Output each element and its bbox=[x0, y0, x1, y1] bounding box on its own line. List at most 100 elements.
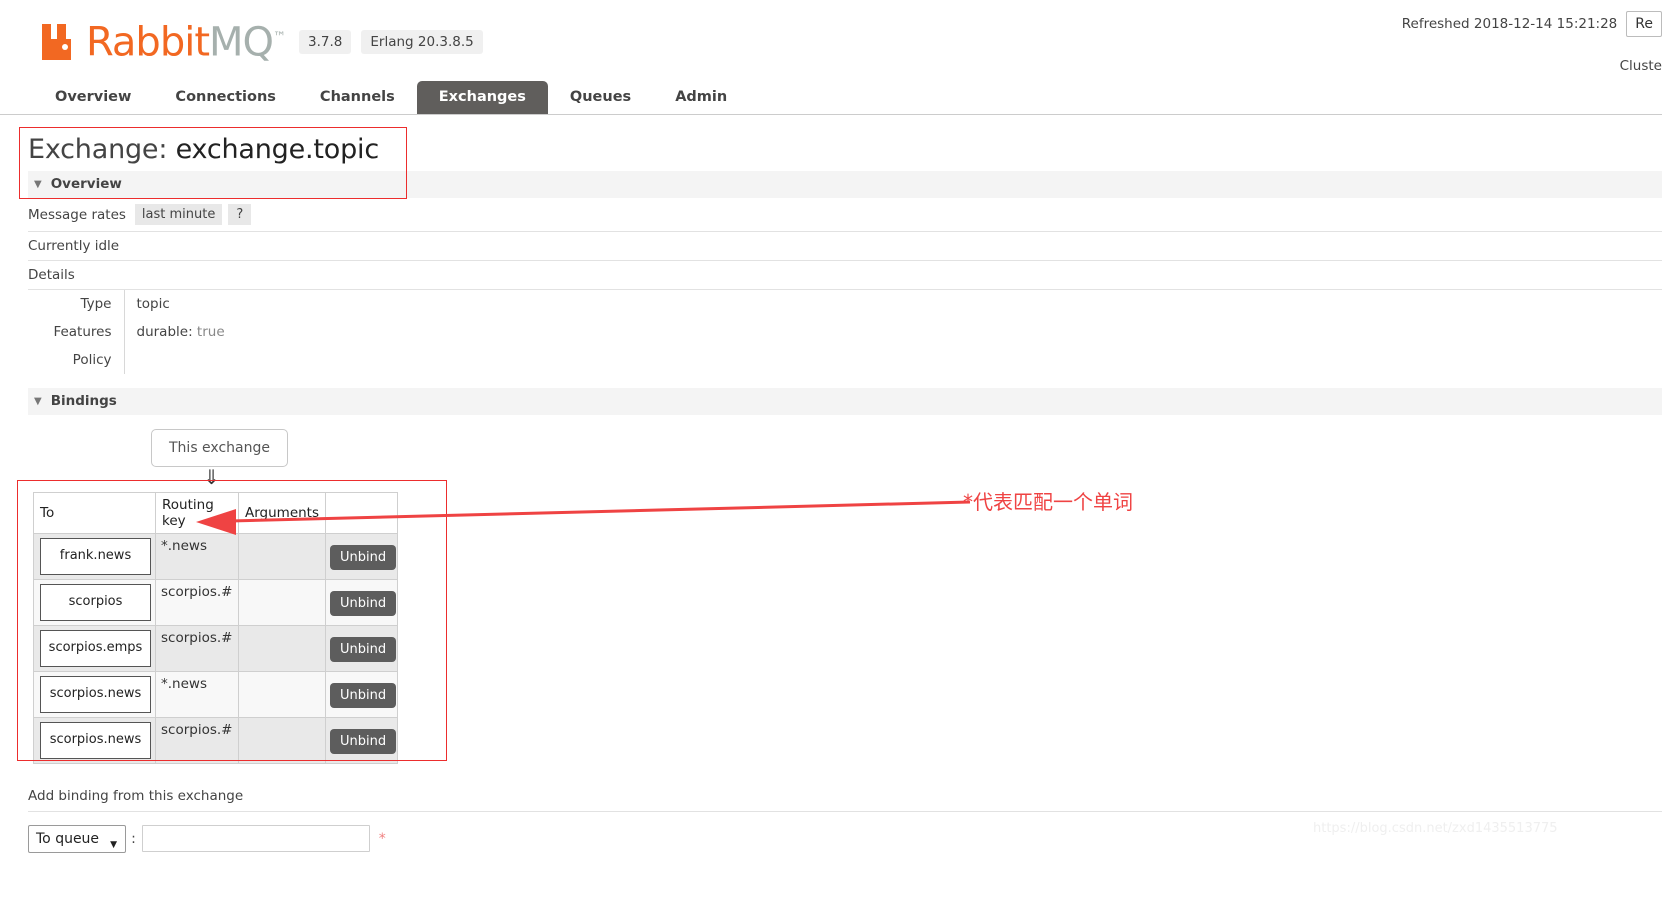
binding-to-cell: scorpios.news bbox=[33, 671, 156, 718]
refreshed-timestamp: Refreshed 2018-12-14 15:21:28 bbox=[1401, 16, 1618, 32]
main-content: Exchange: exchange.topic ▼ Overview Mess… bbox=[0, 115, 1662, 853]
required-marker: * bbox=[378, 830, 386, 847]
queue-link[interactable]: frank.news bbox=[40, 538, 151, 575]
this-exchange-button[interactable]: This exchange bbox=[151, 429, 288, 467]
unbind-button[interactable]: Unbind bbox=[330, 729, 397, 754]
arguments-value bbox=[239, 534, 325, 538]
nav-item-queues[interactable]: Queues bbox=[548, 81, 653, 114]
details-key-policy: Policy bbox=[72, 352, 112, 368]
trademark-icon: ™ bbox=[273, 30, 286, 45]
binding-arguments-cell bbox=[237, 671, 327, 718]
unbind-button[interactable]: Unbind bbox=[330, 591, 397, 616]
rabbitmq-management-page: RabbitMQ™ 3.7.8 Erlang 20.3.8.5 Refreshe… bbox=[0, 0, 1662, 899]
message-rates-period-tab[interactable]: last minute bbox=[134, 204, 223, 225]
routing-key-value: scorpios.# bbox=[161, 584, 233, 600]
bindings-col-arguments: Arguments bbox=[237, 492, 327, 534]
bindings-header-row: To Routing key Arguments bbox=[33, 492, 399, 534]
binding-to-cell: scorpios bbox=[33, 579, 156, 626]
help-icon[interactable]: ? bbox=[228, 204, 252, 225]
form-colon: : bbox=[131, 830, 136, 847]
brand-name-mq: MQ bbox=[209, 19, 274, 66]
queue-link[interactable]: scorpios.emps bbox=[40, 630, 151, 667]
destination-type-select-wrap[interactable]: To queue ▼ bbox=[28, 824, 127, 853]
nav-item-exchanges[interactable]: Exchanges bbox=[416, 81, 548, 114]
brand-logo[interactable]: RabbitMQ™ 3.7.8 Erlang 20.3.8.5 bbox=[40, 18, 483, 62]
unbind-button[interactable]: Unbind bbox=[330, 637, 397, 662]
table-row: scorpios.news scorpios.# Unbind bbox=[33, 717, 399, 764]
routing-key-value: scorpios.# bbox=[161, 630, 233, 646]
add-binding-section: Add binding from this exchange To queue … bbox=[28, 788, 1662, 853]
binding-arguments-cell bbox=[237, 579, 327, 626]
details-key-type: Type bbox=[80, 296, 112, 312]
destination-type-select[interactable]: To queue bbox=[28, 824, 127, 853]
cluster-label: Cluste bbox=[1619, 58, 1662, 74]
routing-key-value: scorpios.# bbox=[161, 722, 233, 738]
binding-routing-key-cell: scorpios.# bbox=[155, 717, 239, 764]
this-exchange-area: This exchange ⇓ bbox=[28, 415, 1662, 489]
refresh-button[interactable]: Re bbox=[1626, 11, 1662, 37]
features-text: durable: bbox=[136, 324, 197, 340]
down-arrow-icon: ⇓ bbox=[203, 465, 220, 489]
binding-routing-key-cell: *.news bbox=[155, 533, 239, 580]
binding-arguments-cell bbox=[237, 625, 327, 672]
routing-key-value: *.news bbox=[161, 538, 207, 554]
binding-action-cell: Unbind bbox=[325, 579, 399, 626]
add-binding-heading: Add binding from this exchange bbox=[28, 788, 1662, 812]
overview-section-label: Overview bbox=[50, 176, 122, 192]
message-rates-row: Message rates last minute ? bbox=[28, 198, 1662, 232]
arguments-value bbox=[239, 672, 325, 676]
binding-action-cell: Unbind bbox=[325, 671, 399, 718]
bindings-table: To Routing key Arguments frank.news *.ne… bbox=[33, 492, 399, 764]
table-row: scorpios scorpios.# Unbind bbox=[33, 579, 399, 626]
binding-to-cell: scorpios.news bbox=[33, 717, 156, 764]
binding-routing-key-cell: scorpios.# bbox=[155, 625, 239, 672]
bindings-section-header[interactable]: ▼ Bindings bbox=[28, 388, 1662, 415]
version-badges: 3.7.8 Erlang 20.3.8.5 bbox=[299, 30, 483, 59]
details-value-type: topic bbox=[123, 290, 424, 318]
nav-item-channels[interactable]: Channels bbox=[298, 81, 417, 114]
bindings-col-to: To bbox=[33, 492, 156, 534]
version-badge: 3.7.8 bbox=[299, 30, 352, 55]
watermark: https://blog.csdn.net/zxd1435513775 bbox=[1313, 821, 1558, 836]
erlang-version-badge: Erlang 20.3.8.5 bbox=[361, 30, 483, 55]
nav-item-overview[interactable]: Overview bbox=[33, 81, 153, 114]
overview-section-header[interactable]: ▼ Overview bbox=[28, 171, 1662, 198]
binding-routing-key-cell: *.news bbox=[155, 671, 239, 718]
nav-item-admin[interactable]: Admin bbox=[653, 81, 749, 114]
brand-name: RabbitMQ™ bbox=[86, 18, 286, 66]
queue-link[interactable]: scorpios bbox=[40, 584, 151, 621]
binding-to-cell: scorpios.emps bbox=[33, 625, 156, 672]
table-row: frank.news *.news Unbind bbox=[33, 533, 399, 580]
bindings-col-actions bbox=[325, 492, 399, 534]
details-table: Type topic Features durable: true Policy bbox=[28, 290, 424, 374]
message-rates-label: Message rates bbox=[28, 206, 126, 223]
chevron-down-icon-bindings: ▼ bbox=[34, 395, 42, 407]
unbind-button[interactable]: Unbind bbox=[330, 545, 397, 570]
bindings-section-label: Bindings bbox=[50, 393, 117, 409]
binding-arguments-cell bbox=[237, 717, 327, 764]
binding-action-cell: Unbind bbox=[325, 533, 399, 580]
exchange-name: exchange.topic bbox=[175, 134, 380, 165]
bindings-col-routing-key: Routing key bbox=[155, 492, 239, 534]
details-value-policy bbox=[123, 346, 424, 374]
refresh-area: Refreshed 2018-12-14 15:21:28 Re bbox=[1402, 11, 1662, 37]
arguments-value bbox=[239, 580, 325, 584]
brand-name-rabbit: Rabbit bbox=[86, 19, 210, 66]
table-row: scorpios.emps scorpios.# Unbind bbox=[33, 625, 399, 672]
binding-routing-key-cell: scorpios.# bbox=[155, 579, 239, 626]
queue-link[interactable]: scorpios.news bbox=[40, 722, 151, 759]
queue-link[interactable]: scorpios.news bbox=[40, 676, 151, 713]
destination-input[interactable] bbox=[141, 825, 370, 852]
details-row-policy: Policy bbox=[28, 346, 424, 374]
nav-item-connections[interactable]: Connections bbox=[153, 81, 298, 114]
binding-arguments-cell bbox=[237, 533, 327, 580]
routing-key-value: *.news bbox=[161, 676, 207, 692]
table-row: scorpios.news *.news Unbind bbox=[33, 671, 399, 718]
unbind-button[interactable]: Unbind bbox=[330, 683, 397, 708]
chevron-down-icon: ▼ bbox=[34, 178, 42, 190]
details-key-features: Features bbox=[53, 324, 112, 340]
annotation-text: *代表匹配一个单词 bbox=[963, 490, 1133, 514]
arguments-value bbox=[239, 626, 325, 630]
page-title-prefix: Exchange: bbox=[28, 134, 176, 165]
main-navigation: Overview Connections Channels Exchanges … bbox=[0, 81, 1662, 115]
